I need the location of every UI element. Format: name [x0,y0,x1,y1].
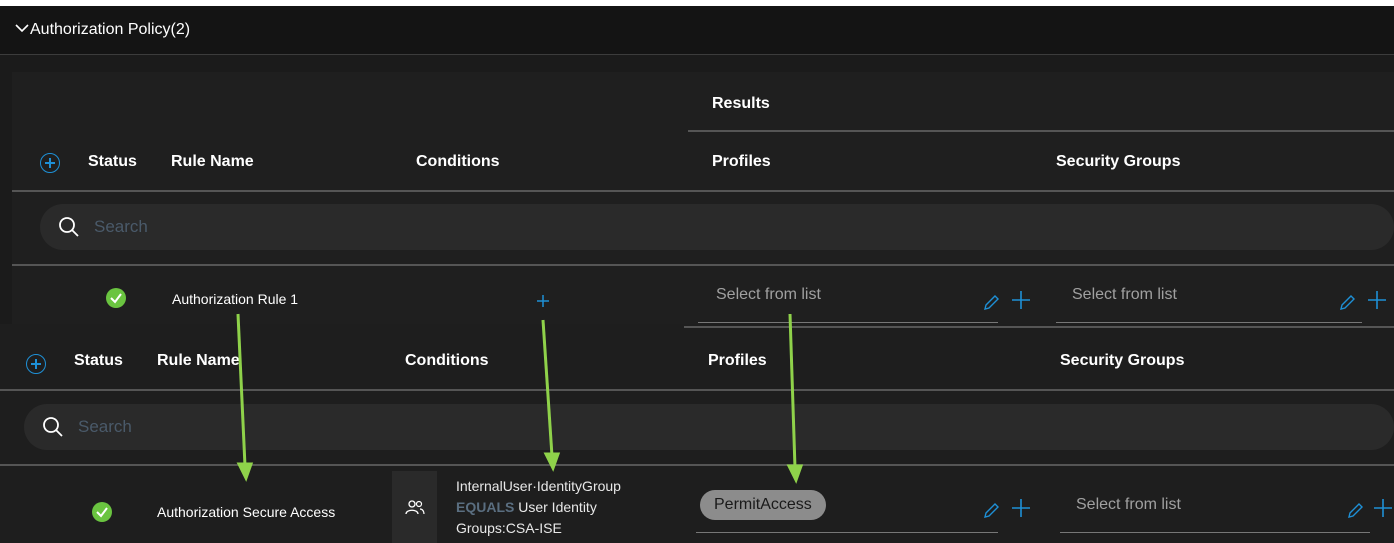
annotation-arrow [541,319,554,457]
annotation-arrows [236,313,804,484]
annotation-arrowhead [786,464,804,484]
policy-canvas: Authorization Policy(2) Results Status R… [0,6,1394,543]
annotation-arrow [788,313,797,469]
annotation-arrow [236,313,247,467]
annotation-arrowhead [543,452,561,472]
annotation-arrowhead [236,462,254,482]
